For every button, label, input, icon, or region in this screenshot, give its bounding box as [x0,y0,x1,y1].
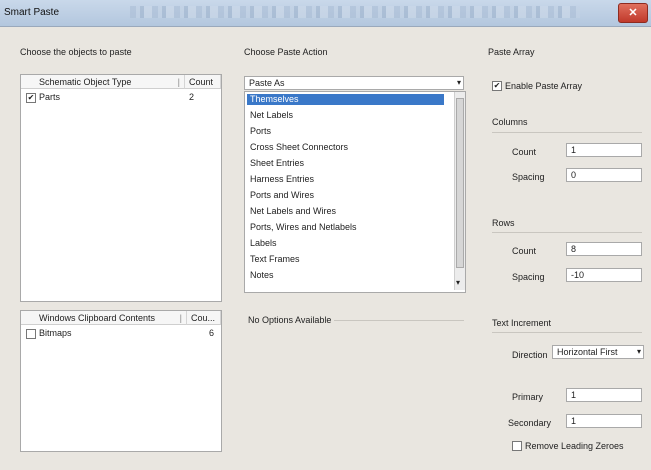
sort-icon: | [177,77,180,87]
objects-table: Schematic Object Type | Count ✔ Parts 2 [20,74,222,302]
direction-select[interactable]: Horizontal First ▾ [552,345,644,359]
rows-spacing-label: Spacing [512,272,545,282]
list-item[interactable]: Net Labels and Wires [247,206,444,217]
list-item[interactable]: Labels [247,238,444,249]
rows-group-label: Rows [492,218,515,228]
rows-spacing-field[interactable]: -10 [566,268,642,282]
table-row[interactable]: ✔ Parts 2 [21,91,221,103]
row-checkbox[interactable]: ✔ [26,93,36,103]
text-increment-group-label: Text Increment [492,318,552,328]
columns-count-field[interactable]: 1 [566,143,642,157]
list-item[interactable]: Net Labels [247,110,444,121]
divider [492,232,642,233]
remove-leading-zeroes-checkbox[interactable] [512,441,522,451]
table-row[interactable]: Bitmaps 6 [21,327,221,339]
chevron-down-icon: ▾ [456,78,461,87]
col-header-clipboard-count[interactable]: Cou... [187,311,221,325]
divider [492,132,642,133]
list-scrollbar[interactable]: ▾ [454,92,465,290]
divider [492,332,642,333]
columns-group-label: Columns [492,117,528,127]
list-item[interactable]: Ports, Wires and Netlabels [247,222,444,233]
list-item[interactable]: Cross Sheet Connectors [247,142,444,153]
row-type: Parts [39,92,61,102]
col-header-count[interactable]: Count [185,75,221,89]
list-item[interactable]: Text Frames [247,254,444,265]
divider [334,320,464,321]
enable-paste-array-checkbox[interactable]: ✔ [492,81,502,91]
direction-label: Direction [512,350,548,360]
secondary-field[interactable]: 1 [566,414,642,428]
rows-count-label: Count [512,246,537,256]
sort-icon: | [179,313,182,323]
paste-array-section-label: Paste Array [488,47,535,57]
columns-spacing-field[interactable]: 0 [566,168,642,182]
col-header-object-type[interactable]: Schematic Object Type | [21,75,185,89]
window-title: Smart Paste [4,7,60,18]
objects-section-label: Choose the objects to paste [20,47,132,57]
list-item[interactable]: Harness Entries [247,174,444,185]
primary-label: Primary [512,392,543,402]
row-type: Bitmaps [39,328,72,338]
scroll-down-icon[interactable]: ▾ [456,278,460,287]
columns-count-label: Count [512,147,537,157]
paste-action-select[interactable]: Paste As ▾ [244,76,464,90]
paste-action-list: Themselves Net Labels Ports Cross Sheet … [244,91,466,293]
paste-action-section-label: Choose Paste Action [244,47,328,57]
list-item[interactable]: Ports [247,126,444,137]
col-header-clipboard-contents[interactable]: Windows Clipboard Contents | [21,311,187,325]
paste-options-note: No Options Available [248,315,332,325]
rows-count-field[interactable]: 8 [566,242,642,256]
chevron-down-icon: ▾ [636,347,641,356]
primary-field[interactable]: 1 [566,388,642,402]
secondary-label: Secondary [508,418,552,428]
list-item[interactable]: Ports and Wires [247,190,444,201]
title-bar: Smart Paste ✕ [0,0,651,27]
list-item[interactable]: Notes [247,270,444,281]
list-item[interactable]: Themselves [247,94,444,105]
close-button[interactable]: ✕ [618,3,648,23]
row-checkbox[interactable] [26,329,36,339]
clipboard-table: Windows Clipboard Contents | Cou... Bitm… [20,310,222,452]
row-count: 6 [209,328,215,338]
scrollbar-thumb[interactable] [456,98,464,268]
row-count: 2 [189,92,195,102]
columns-spacing-label: Spacing [512,172,545,182]
title-bar-decoration [130,6,580,18]
list-item[interactable]: Sheet Entries [247,158,444,169]
